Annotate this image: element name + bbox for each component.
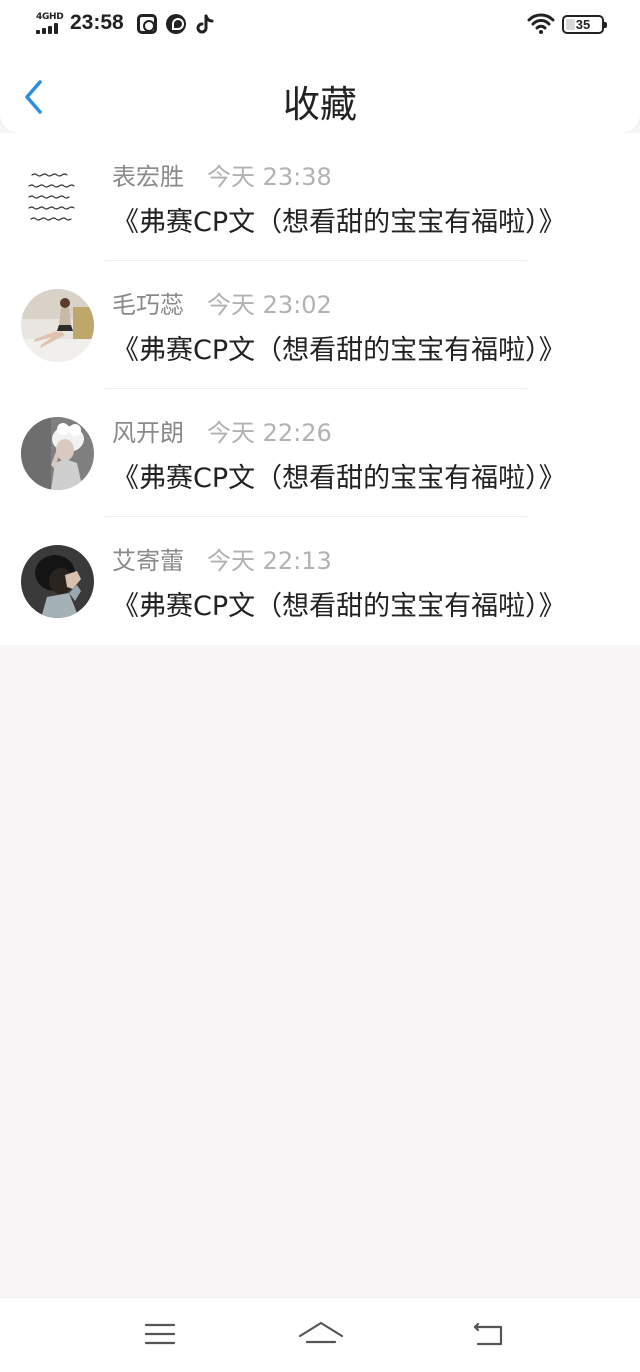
battery-icon: 35 xyxy=(562,15,607,34)
avatar xyxy=(21,161,94,234)
message-preview: 《弗赛CP文（想看甜的宝宝有福啦）》 xyxy=(112,591,566,622)
message-preview: 《弗赛CP文（想看甜的宝宝有福啦）》 xyxy=(112,335,566,366)
network-type: 4GHD xyxy=(36,12,64,22)
avatar xyxy=(21,545,94,618)
app-notification-icon xyxy=(137,14,157,34)
message-preview: 《弗赛CP文（想看甜的宝宝有福啦）》 xyxy=(112,207,566,238)
page-title: 收藏 xyxy=(283,83,357,126)
menu-icon xyxy=(144,1323,176,1345)
tiktok-icon xyxy=(195,14,215,34)
avatar xyxy=(21,417,94,490)
white-hair-portrait-photo xyxy=(21,417,94,490)
battery-level: 35 xyxy=(575,17,591,32)
list-item[interactable]: 艾寄蕾 今天 22:13 《弗赛CP文（想看甜的宝宝有福啦）》 xyxy=(0,517,640,645)
header-area: 4GHD 23:58 35 收藏 xyxy=(0,0,640,133)
list-item[interactable]: 表宏胜 今天 23:38 《弗赛CP文（想看甜的宝宝有福啦）》 xyxy=(0,133,640,261)
back-nav-button[interactable] xyxy=(466,1314,510,1354)
menu-button[interactable] xyxy=(138,1314,182,1354)
timestamp: 今天 22:26 xyxy=(207,419,332,447)
sender-name: 艾寄蕾 xyxy=(112,547,184,575)
wifi-icon xyxy=(527,13,555,35)
title-bar: 收藏 xyxy=(0,60,640,136)
system-navigation-bar xyxy=(0,1297,640,1372)
status-bar: 4GHD 23:58 35 xyxy=(0,0,640,50)
list-item[interactable]: 风开朗 今天 22:26 《弗赛CP文（想看甜的宝宝有福啦）》 xyxy=(0,389,640,517)
timestamp: 今天 23:02 xyxy=(207,291,332,319)
back-icon xyxy=(473,1322,503,1346)
app-browser-icon xyxy=(166,14,186,34)
sender-name: 风开朗 xyxy=(112,419,184,447)
hand-covering-face-photo xyxy=(21,545,94,618)
message-preview: 《弗赛CP文（想看甜的宝宝有福啦）》 xyxy=(112,463,566,494)
timestamp: 今天 22:13 xyxy=(207,547,332,575)
list-item[interactable]: 毛巧蕊 今天 23:02 《弗赛CP文（想看甜的宝宝有福啦）》 xyxy=(0,261,640,389)
favorites-list: 表宏胜 今天 23:38 《弗赛CP文（想看甜的宝宝有福啦）》 毛巧蕊 今天 2… xyxy=(0,133,640,645)
sender-name: 毛巧蕊 xyxy=(112,291,184,319)
handwritten-note-image xyxy=(21,161,94,234)
home-icon xyxy=(298,1321,344,1344)
timestamp: 今天 23:38 xyxy=(207,163,332,191)
woman-sitting-photo xyxy=(21,289,94,362)
avatar xyxy=(21,289,94,362)
signal-icon: 4GHD xyxy=(36,12,64,36)
favorites-page: 4GHD 23:58 35 收藏 表宏胜 今天 23:38 《弗赛CP文（想看甜… xyxy=(0,0,640,1372)
sender-name: 表宏胜 xyxy=(112,163,184,191)
home-button[interactable] xyxy=(297,1314,344,1354)
clock: 23:58 xyxy=(70,11,124,34)
